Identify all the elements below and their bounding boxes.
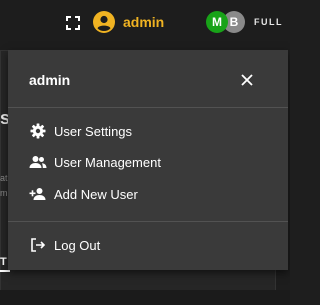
menu-item-label: User Settings	[54, 124, 133, 139]
fullscreen-icon	[66, 16, 80, 30]
menu-item-user-settings[interactable]: User Settings	[8, 116, 288, 146]
menu-item-log-out[interactable]: Log Out	[8, 230, 288, 260]
username-label: admin	[123, 14, 165, 30]
user-dropdown-menu: admin User Settings User Management Add …	[8, 50, 288, 270]
menu-item-label: Add New User	[54, 187, 138, 202]
background-text: at	[0, 173, 8, 183]
close-button[interactable]	[237, 70, 257, 90]
menu-divider	[8, 107, 288, 108]
menu-item-add-new-user[interactable]: Add New User	[8, 179, 288, 209]
badge-m: M	[206, 11, 228, 33]
menu-item-label: Log Out	[54, 238, 101, 253]
bottom-strip	[0, 290, 290, 305]
users-icon	[29, 153, 47, 171]
fullscreen-button[interactable]	[62, 12, 84, 34]
menu-header: admin	[8, 50, 288, 107]
user-menu-button[interactable]: admin	[93, 10, 164, 34]
menu-item-label: User Management	[54, 155, 161, 170]
menu-divider	[8, 221, 288, 222]
top-bar: admin M B FULL	[0, 0, 290, 44]
add-user-icon	[29, 185, 47, 203]
menu-item-user-management[interactable]: User Management	[8, 147, 288, 177]
gear-icon	[29, 122, 47, 140]
tab-underline	[0, 270, 10, 272]
background-tab[interactable]: T	[0, 256, 7, 268]
app-page: s at mi T admin M B FULL admin User Sett…	[0, 0, 290, 305]
badge-group: M B	[206, 11, 246, 33]
close-icon	[241, 74, 253, 86]
logout-icon	[29, 236, 47, 254]
menu-title: admin	[29, 72, 71, 88]
mode-label: FULL	[254, 17, 283, 27]
account-circle-icon	[93, 11, 115, 33]
